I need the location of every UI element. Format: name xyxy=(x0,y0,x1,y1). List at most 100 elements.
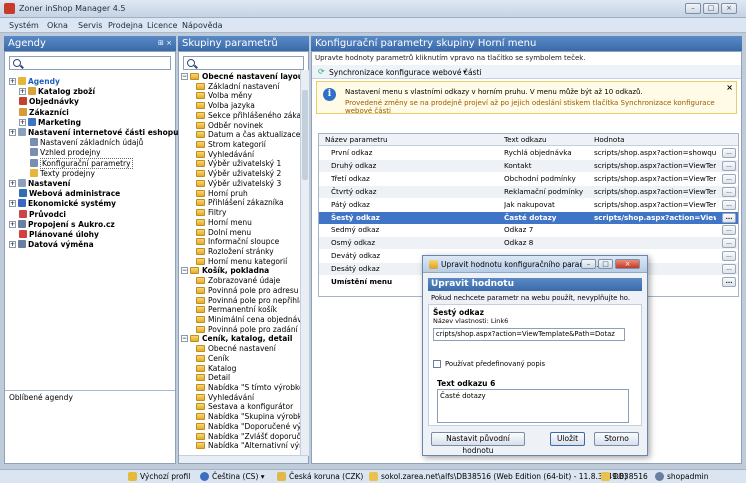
agendy-item[interactable]: Průvodci xyxy=(19,209,66,220)
param-group-item[interactable]: Dolní menu xyxy=(196,228,251,238)
cancel-button[interactable]: Storno xyxy=(594,432,639,446)
menu-system[interactable]: Systém xyxy=(9,21,39,30)
param-group-item[interactable]: Vyhledávání xyxy=(196,393,254,403)
edit-value-button[interactable]: ... xyxy=(722,173,736,184)
param-group-item[interactable]: Nabídka "Skupina výrobků" xyxy=(196,412,300,422)
save-button[interactable]: Uložit xyxy=(550,432,585,446)
menu-napoveda[interactable]: Nápověda xyxy=(182,21,223,30)
param-group-item[interactable]: Minimální cena objednávky xyxy=(196,315,300,325)
skupiny-search-input[interactable] xyxy=(183,56,304,70)
menu-okna[interactable]: Okna xyxy=(47,21,68,30)
param-group-item[interactable]: Sestava a konfigurátor xyxy=(196,402,293,412)
table-row[interactable]: Osmý odkaz Odkaz 8... xyxy=(319,237,738,250)
param-group-item[interactable]: Rozložení stránky xyxy=(196,247,274,257)
edit-value-button[interactable]: ... xyxy=(722,186,736,197)
status-currency[interactable]: Česká koruna (CZK) xyxy=(277,472,363,481)
agendy-item[interactable]: Konfigurační parametry xyxy=(30,157,133,169)
edit-value-button[interactable]: ... xyxy=(722,238,736,249)
edit-value-button[interactable]: ... xyxy=(722,212,736,223)
param-group-item[interactable]: Datum a čas aktualizace xyxy=(196,130,300,140)
agendy-item[interactable]: + Nastavení internetové části eshopu xyxy=(9,128,178,138)
maximize-button[interactable]: □ xyxy=(703,3,719,14)
param-group-item[interactable]: Volba měny xyxy=(196,91,252,101)
dialog-minimize-button[interactable]: – xyxy=(581,259,596,269)
expand-icon[interactable]: + xyxy=(19,88,26,96)
status-language[interactable]: Čeština (CS) ▾ xyxy=(200,472,265,481)
expand-icon[interactable]: + xyxy=(9,129,16,136)
menu-licence[interactable]: Licence xyxy=(147,21,177,30)
agendy-item[interactable]: + Katalog zboží xyxy=(19,87,95,97)
edit-value-button[interactable]: ... xyxy=(722,251,736,262)
param-group-item[interactable]: Informační sloupce xyxy=(196,237,279,247)
table-row[interactable]: Druhý odkaz Kontakt scripts/shop.aspx?acti… xyxy=(319,159,738,172)
agendy-item[interactable]: + Ekonomické systémy xyxy=(9,199,116,209)
param-group-item[interactable]: Permanentní košík xyxy=(196,305,277,315)
agendy-item[interactable]: Nastavení základních údajů xyxy=(30,138,143,148)
close-icon[interactable]: × xyxy=(726,83,733,92)
dialog-close-button[interactable]: × xyxy=(615,259,640,269)
agendy-item[interactable]: + Propojení s Aukro.cz xyxy=(9,219,115,230)
param-group-item[interactable]: Nabídka "Doporučené výrob xyxy=(196,422,300,432)
agendy-item[interactable]: Texty prodejny xyxy=(30,168,95,179)
agendy-item[interactable]: Objednávky xyxy=(19,97,79,107)
agendy-item[interactable]: + Nastavení xyxy=(9,179,70,189)
menu-servis[interactable]: Servis xyxy=(78,21,102,30)
collapse-icon[interactable]: − xyxy=(181,335,188,343)
param-group-item[interactable]: Horní menu xyxy=(196,218,252,228)
edit-value-button[interactable]: ... xyxy=(722,148,736,158)
agendy-item[interactable]: + Datová výměna xyxy=(9,240,94,250)
edit-value-button[interactable]: ... xyxy=(722,277,736,287)
agendy-item[interactable]: Plánované úlohy xyxy=(19,230,99,240)
expand-icon[interactable]: + xyxy=(9,78,16,85)
collapse-icon[interactable]: − xyxy=(181,267,188,275)
group-item[interactable]: − Obecné nastavení layoutu xyxy=(181,72,300,82)
predefined-checkbox[interactable] xyxy=(433,360,441,368)
pin-icon[interactable]: ⊞ × xyxy=(158,36,172,51)
table-row[interactable]: Pátý odkaz Jak nakupovat scripts/shop.aspx… xyxy=(319,198,738,211)
agendy-search-input[interactable] xyxy=(9,56,171,70)
group-item[interactable]: − Košík, pokladna xyxy=(181,266,269,276)
param-group-item[interactable]: Zobrazované údaje xyxy=(196,276,280,286)
expand-icon[interactable]: + xyxy=(9,241,16,249)
param-group-item[interactable]: Nabídka "S tímto výrobkem s xyxy=(196,383,300,393)
skupiny-scrollbar[interactable] xyxy=(300,70,309,456)
table-row[interactable]: Sedmý odkaz Odkaz 7... xyxy=(319,224,738,237)
text-input[interactable]: Časté dotazy xyxy=(437,389,629,423)
param-group-item[interactable]: Nabídka "Zvlášť doporučené xyxy=(196,432,300,442)
col-text[interactable]: Text odkazu xyxy=(504,134,547,146)
sync-button[interactable]: Synchronizace konfigurace webové části xyxy=(329,68,481,77)
table-row[interactable]: První odkaz Rychlá objednávka scripts/shop… xyxy=(319,147,738,159)
minimize-button[interactable]: – xyxy=(685,3,701,14)
param-group-item[interactable]: Ceník xyxy=(196,354,229,364)
edit-value-button[interactable]: ... xyxy=(722,225,736,236)
close-button[interactable]: × xyxy=(721,3,737,14)
agendy-item[interactable]: Webová administrace xyxy=(19,189,120,199)
param-group-item[interactable]: Základní nastavení xyxy=(196,82,279,92)
chevron-down-icon[interactable]: ▾ xyxy=(463,68,467,76)
table-row[interactable]: Třetí odkaz Obchodní podmínky scripts/shop… xyxy=(319,172,738,185)
status-profile[interactable]: Výchozí profil xyxy=(128,472,190,481)
param-group-item[interactable]: Výběr uživatelský 3 xyxy=(196,179,281,189)
menu-prodejna[interactable]: Prodejna xyxy=(108,21,143,30)
param-group-item[interactable]: Povinná pole pro nepřihlášen xyxy=(196,296,300,306)
expand-icon[interactable]: + xyxy=(9,200,16,208)
table-row[interactable]: Šestý odkaz Časté dotazy scripts/shop.aspx… xyxy=(319,211,738,224)
param-group-item[interactable]: Strom kategorií xyxy=(196,140,266,150)
param-group-item[interactable]: Povinná pole pro zadání zvl xyxy=(196,325,300,335)
expand-icon[interactable]: + xyxy=(9,180,16,187)
dialog-maximize-button[interactable]: □ xyxy=(598,259,613,269)
agendy-item[interactable]: Vzhled prodejny xyxy=(30,148,101,158)
edit-value-button[interactable]: ... xyxy=(722,264,736,275)
param-group-item[interactable]: Horní menu kategorií xyxy=(196,257,287,267)
expand-icon[interactable]: + xyxy=(19,118,26,126)
agendy-item[interactable]: Zákazníci xyxy=(19,107,69,118)
param-group-item[interactable]: Přihlášení zákazníka xyxy=(196,198,284,208)
param-group-item[interactable]: Horní pruh xyxy=(196,189,248,199)
value-input[interactable]: cripts/shop.aspx?action=ViewTemplate&Pat… xyxy=(433,328,625,341)
col-name[interactable]: Název parametru xyxy=(325,134,388,146)
table-row[interactable]: Čtvrtý odkaz Reklamační podmínky scripts/s… xyxy=(319,185,738,198)
param-group-item[interactable]: Výběr uživatelský 1 xyxy=(196,159,281,169)
param-group-item[interactable]: Filtry xyxy=(196,208,226,218)
agendy-item[interactable]: + Marketing xyxy=(19,117,81,128)
param-group-item[interactable]: Odběr novinek xyxy=(196,121,263,131)
